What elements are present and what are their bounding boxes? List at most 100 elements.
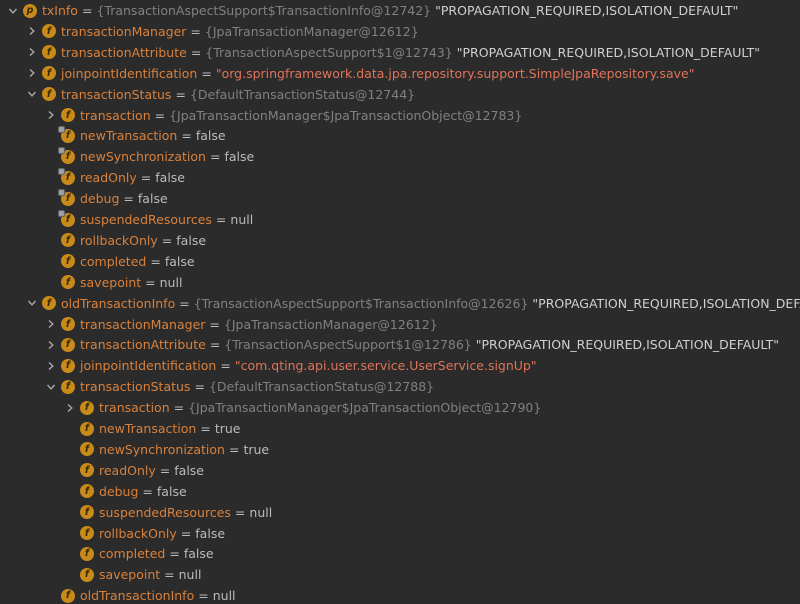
field-icon: f [80,567,94,582]
chevron-right-icon[interactable] [26,46,38,58]
field-icon: f [58,188,75,206]
variable-value: false [174,462,205,478]
tree-row[interactable]: f joinpointIdentification = "org.springfram… [0,63,800,84]
type-reference: {JpaTransactionManager@12612} [204,23,419,39]
equals-sign: = [190,23,201,39]
type-reference: {JpaTransactionManager$JpaTransactionObj… [169,107,523,123]
tree-row[interactable]: f transactionManager = {JpaTransactionManag… [0,21,800,42]
variable-name: joinpointIdentification [80,358,217,374]
field-icon: f [80,546,94,561]
tree-row[interactable]: f transactionAttribute = {TransactionAspect… [0,334,800,355]
equals-sign: = [209,316,220,332]
chevron-right-icon[interactable] [26,67,38,79]
tree-row[interactable]: f suspendedResources = null [0,502,800,523]
equals-sign: = [179,295,190,311]
tree-row[interactable]: f oldTransactionInfo = null [0,585,800,604]
equals-sign: = [164,567,175,583]
toString-value: "PROPAGATION_REQUIRED,ISOLATION_DEFAULT" [456,44,761,60]
chevron-right-icon[interactable] [45,318,57,330]
tree-row[interactable]: f transactionAttribute = {TransactionAspect… [0,42,800,63]
variable-name: completed [99,546,166,562]
tree-row[interactable]: p txInfo = {TransactionAspectSupport$Transa… [0,0,800,21]
tree-row[interactable]: f rollbackOnly = false [0,230,800,251]
tree-row[interactable]: f suspendedResources = null [0,209,800,230]
variable-value: false [224,149,255,165]
variable-name: txInfo [42,3,78,18]
chevron-down-icon[interactable] [7,5,19,17]
tree-row[interactable]: f newSynchronization = true [0,439,800,460]
equals-sign: = [173,400,185,416]
string-value: "org.springframework.data.jpa.repository… [215,65,695,81]
equals-sign: = [209,337,221,353]
variable-value: false [195,128,226,144]
chevron-right-icon[interactable] [26,25,38,37]
variable-name: oldTransactionInfo [80,588,195,604]
variable-name: debug [99,483,139,499]
variable-value: false [155,170,186,186]
tree-row[interactable]: f savepoint = null [0,564,800,585]
chevron-down-icon[interactable] [26,297,38,309]
tree-row[interactable]: f transaction = {JpaTransactionManager$JpaT… [0,397,800,418]
chevron-down-icon[interactable] [26,88,38,100]
tree-row[interactable]: f transactionStatus = {DefaultTransactionSt… [0,84,800,105]
equals-sign: = [161,232,173,248]
equals-sign: = [220,358,231,374]
field-icon: f [61,337,75,352]
equals-sign: = [209,149,221,165]
field-icon: f [61,588,75,603]
equals-sign: = [190,44,202,60]
tree-row[interactable]: f transactionManager = {JpaTransactionManag… [0,314,800,335]
variable-name: savepoint [80,274,142,290]
field-icon: f [80,421,94,436]
type-reference: {JpaTransactionManager$JpaTransactionObj… [188,400,542,416]
field-icon: f [61,108,75,122]
toString-value: "PROPAGATION_REQUIRED,ISOLATION_DEFAULT" [532,295,800,311]
field-icon: f [61,233,75,248]
tree-row[interactable]: f readOnly = false [0,460,800,481]
variable-name: suspendedResources [80,212,212,227]
tree-row[interactable]: f transaction = {JpaTransactionManager$JpaT… [0,105,800,126]
variable-value: null [159,274,183,290]
type-reference: {DefaultTransactionStatus@12788} [208,379,435,395]
tree-row[interactable]: f newTransaction = false [0,125,800,146]
chevron-right-icon[interactable] [45,360,57,372]
equals-sign: = [145,274,156,290]
tree-row[interactable]: f transactionStatus = {DefaultTransactionSt… [0,376,800,397]
type-reference: {TransactionAspectSupport$TransactionInf… [193,295,529,311]
variable-name: transactionAttribute [61,44,187,60]
tree-row[interactable]: f joinpointIdentification = "com.qting.api.… [0,355,800,376]
field-icon: f [61,317,75,331]
variable-value: true [243,441,270,457]
variable-name: oldTransactionInfo [61,295,176,311]
field-icon: f [42,45,56,60]
field-icon: f [80,400,94,415]
variable-name: transaction [80,107,151,123]
tree-row[interactable]: f completed = false [0,543,800,564]
variable-name: transactionStatus [80,379,191,395]
type-reference: {TransactionAspectSupport$TransactionInf… [96,3,432,18]
tree-row[interactable]: f debug = false [0,481,800,502]
type-reference: {TransactionAspectSupport$1@12786} [224,337,472,353]
tree-row[interactable]: f oldTransactionInfo = {TransactionAspectSu… [0,293,800,314]
tree-row[interactable]: f savepoint = null [0,272,800,293]
chevron-right-icon[interactable] [45,109,57,121]
variable-name: transactionManager [80,316,206,332]
equals-sign: = [169,546,180,562]
tree-row[interactable]: f debug = false [0,188,800,209]
tree-row[interactable]: f readOnly = false [0,167,800,188]
tree-row[interactable]: f newSynchronization = false [0,146,800,167]
equals-sign: = [201,65,212,81]
tree-row[interactable]: f completed = false [0,251,800,272]
variable-value: false [164,253,195,269]
chevron-right-icon[interactable] [64,402,76,414]
equals-sign: = [180,525,192,541]
variable-name: newTransaction [80,128,178,144]
tree-row[interactable]: f newTransaction = true [0,418,800,439]
tree-row[interactable]: f rollbackOnly = false [0,523,800,544]
variable-value: true [214,421,241,436]
chevron-down-icon[interactable] [45,381,57,393]
variable-value: false [183,546,214,562]
lock-overlay-icon [58,125,65,133]
variable-name: transactionAttribute [80,337,206,353]
chevron-right-icon[interactable] [45,339,57,351]
